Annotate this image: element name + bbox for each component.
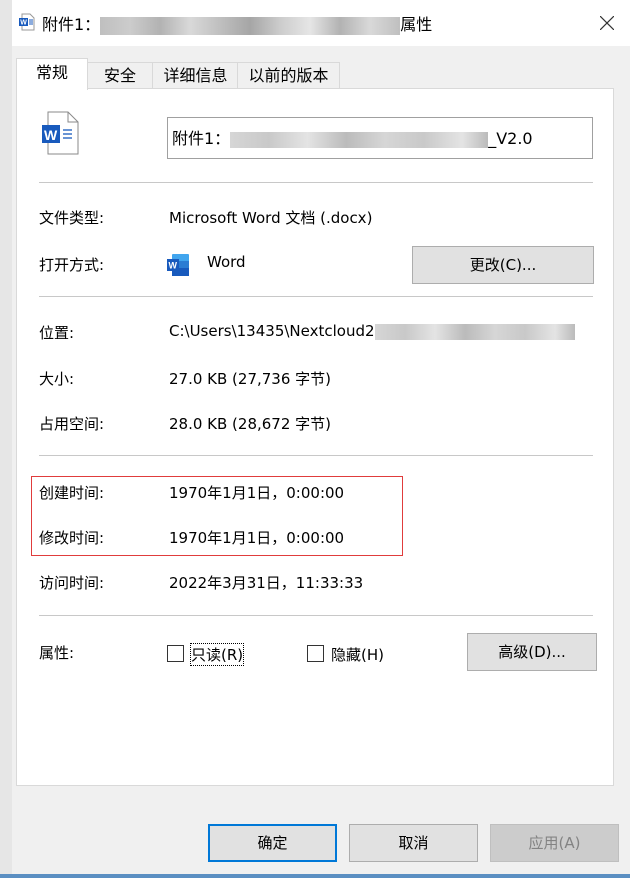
open-with-label: 打开方式:	[39, 256, 105, 274]
file-type-value: Microsoft Word 文档 (.docx)	[169, 209, 373, 227]
word-file-icon: W	[42, 111, 79, 155]
location-path: C:\Users\13435\Nextcloud2	[169, 322, 375, 340]
close-icon	[600, 16, 614, 30]
general-tab-panel: W 附件1： _V2.0 文件类型: Microsoft Word 文档 (.do…	[16, 88, 614, 786]
window-title-prefix: 附件1：	[42, 15, 101, 34]
disk-size-value: 28.0 KB (28,672 字节)	[169, 415, 332, 433]
separator	[39, 182, 593, 183]
readonly-checkbox[interactable]	[167, 645, 184, 662]
modified-label: 修改时间:	[39, 529, 105, 547]
redacted-filename	[230, 131, 489, 148]
apply-button[interactable]: 应用(A)	[490, 824, 619, 862]
accessed-label: 访问时间:	[39, 574, 105, 592]
tab-security[interactable]: 安全	[86, 62, 154, 89]
file-type-label: 文件类型:	[39, 209, 105, 227]
tab-details[interactable]: 详细信息	[152, 62, 239, 89]
created-label: 创建时间:	[39, 484, 105, 502]
separator	[39, 615, 593, 616]
attributes-label: 属性:	[39, 644, 75, 662]
hidden-checkbox[interactable]	[307, 645, 324, 662]
location-label: 位置:	[39, 324, 75, 342]
svg-text:W: W	[20, 20, 27, 27]
ok-button[interactable]: 确定	[208, 824, 337, 862]
window-title-suffix: 属性	[400, 15, 433, 34]
tab-general[interactable]: 常规	[16, 58, 88, 90]
hidden-label[interactable]: 隐藏(H)	[331, 644, 384, 665]
svg-text:W: W	[169, 261, 178, 271]
title-bar: W 附件1： 属性	[12, 0, 630, 46]
window-bottom-edge	[0, 874, 630, 878]
separator	[39, 455, 593, 456]
accessed-value: 2022年3月31日，11:33:33	[169, 574, 364, 592]
redacted-filename	[100, 16, 401, 35]
cancel-button[interactable]: 取消	[349, 824, 478, 862]
readonly-label[interactable]: 只读(R)	[189, 643, 245, 666]
size-value: 27.0 KB (27,736 字节)	[169, 370, 332, 388]
properties-dialog: W 附件1： 属性 常规 安全 详细信息 以前的版本 W 附件1： _V2.0 …	[12, 0, 630, 874]
modified-value: 1970年1月1日，0:00:00	[169, 529, 345, 547]
tab-previous-versions[interactable]: 以前的版本	[237, 62, 340, 89]
file-name-prefix: 附件1：	[172, 129, 231, 148]
file-name-suffix: _V2.0	[488, 129, 533, 148]
created-value: 1970年1月1日，0:00:00	[169, 484, 345, 502]
redacted-path	[374, 323, 575, 340]
separator	[39, 296, 593, 297]
file-name-input[interactable]: 附件1： _V2.0	[167, 117, 593, 159]
advanced-button[interactable]: 高级(D)...	[467, 633, 597, 671]
change-button[interactable]: 更改(C)...	[412, 246, 594, 284]
close-button[interactable]	[584, 0, 630, 46]
word-app-icon: W	[167, 254, 189, 276]
location-value: C:\Users\13435\Nextcloud2	[169, 322, 575, 340]
open-with-value: Word	[207, 253, 246, 271]
size-label: 大小:	[39, 370, 75, 388]
disk-size-label: 占用空间:	[39, 415, 105, 433]
window-title: 附件1： 属性	[42, 11, 432, 35]
svg-text:W: W	[44, 127, 58, 143]
word-document-icon: W	[19, 13, 35, 31]
